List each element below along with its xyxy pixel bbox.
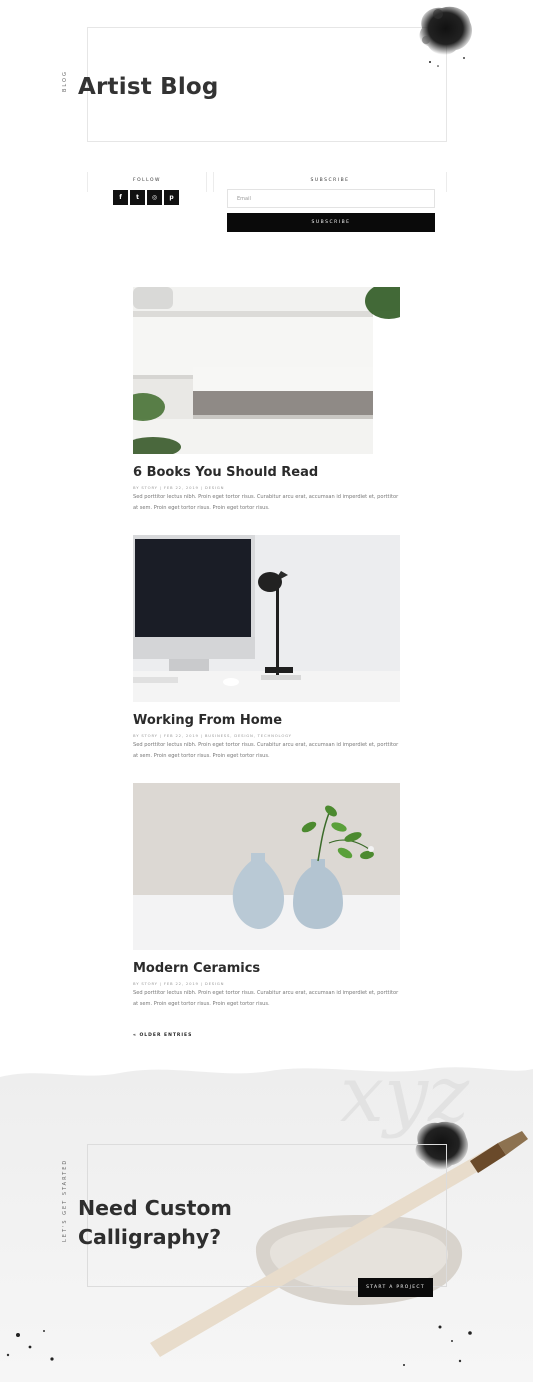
social-links: f t ◎ p: [113, 190, 179, 205]
instagram-icon[interactable]: ◎: [147, 190, 162, 205]
post-excerpt: Sed porttitor lectus nibh. Proin eget to…: [133, 990, 399, 1007]
cta-title: Need Custom Calligraphy?: [78, 1194, 232, 1252]
twitter-icon[interactable]: t: [130, 190, 145, 205]
post-card: Working From Home BY STORY | FEB 22, 201…: [133, 535, 400, 762]
cta-side-label: LET'S GET STARTED: [62, 1158, 68, 1242]
post-title[interactable]: Working From Home: [133, 713, 400, 729]
post-excerpt: Sed porttitor lectus nibh. Proin eget to…: [133, 742, 399, 759]
post-meta: BY STORY | FEB 22, 2019 | DESIGN: [133, 485, 225, 490]
calligraphy-watermark: xyz: [340, 1050, 470, 1140]
facebook-icon[interactable]: f: [113, 190, 128, 205]
post-image-ceramics[interactable]: [133, 783, 400, 950]
older-entries-link[interactable]: « OLDER ENTRIES: [133, 1033, 192, 1038]
ink-blot-decoration: [419, 6, 473, 67]
post-title[interactable]: Modern Ceramics: [133, 961, 400, 977]
email-field[interactable]: [227, 189, 435, 208]
subscribe-button[interactable]: SUBSCRIBE: [227, 213, 435, 232]
post-image-workspace[interactable]: [133, 535, 400, 702]
post-card: 6 Books You Should Read BY STORY | FEB 2…: [133, 287, 400, 514]
subscribe-label: SUBSCRIBE: [310, 178, 350, 183]
start-project-button[interactable]: START A PROJECT: [358, 1278, 433, 1297]
post-excerpt: Sed porttitor lectus nibh. Proin eget to…: [133, 494, 399, 511]
page-title: Artist Blog: [78, 74, 219, 100]
post-image-books[interactable]: [133, 287, 400, 454]
post-card: Modern Ceramics BY STORY | FEB 22, 2019 …: [133, 783, 400, 1010]
follow-label: FOLLOW: [133, 178, 161, 183]
cta-title-line1: Need Custom: [78, 1196, 232, 1220]
post-meta: BY STORY | FEB 22, 2019 | DESIGN: [133, 981, 225, 986]
pinterest-icon[interactable]: p: [164, 190, 179, 205]
cta-title-line2: Calligraphy?: [78, 1225, 222, 1249]
post-title[interactable]: 6 Books You Should Read: [133, 465, 400, 481]
blog-side-label: BLOG: [62, 70, 68, 92]
post-meta: BY STORY | FEB 22, 2019 | BUSINESS, DESI…: [133, 733, 292, 738]
